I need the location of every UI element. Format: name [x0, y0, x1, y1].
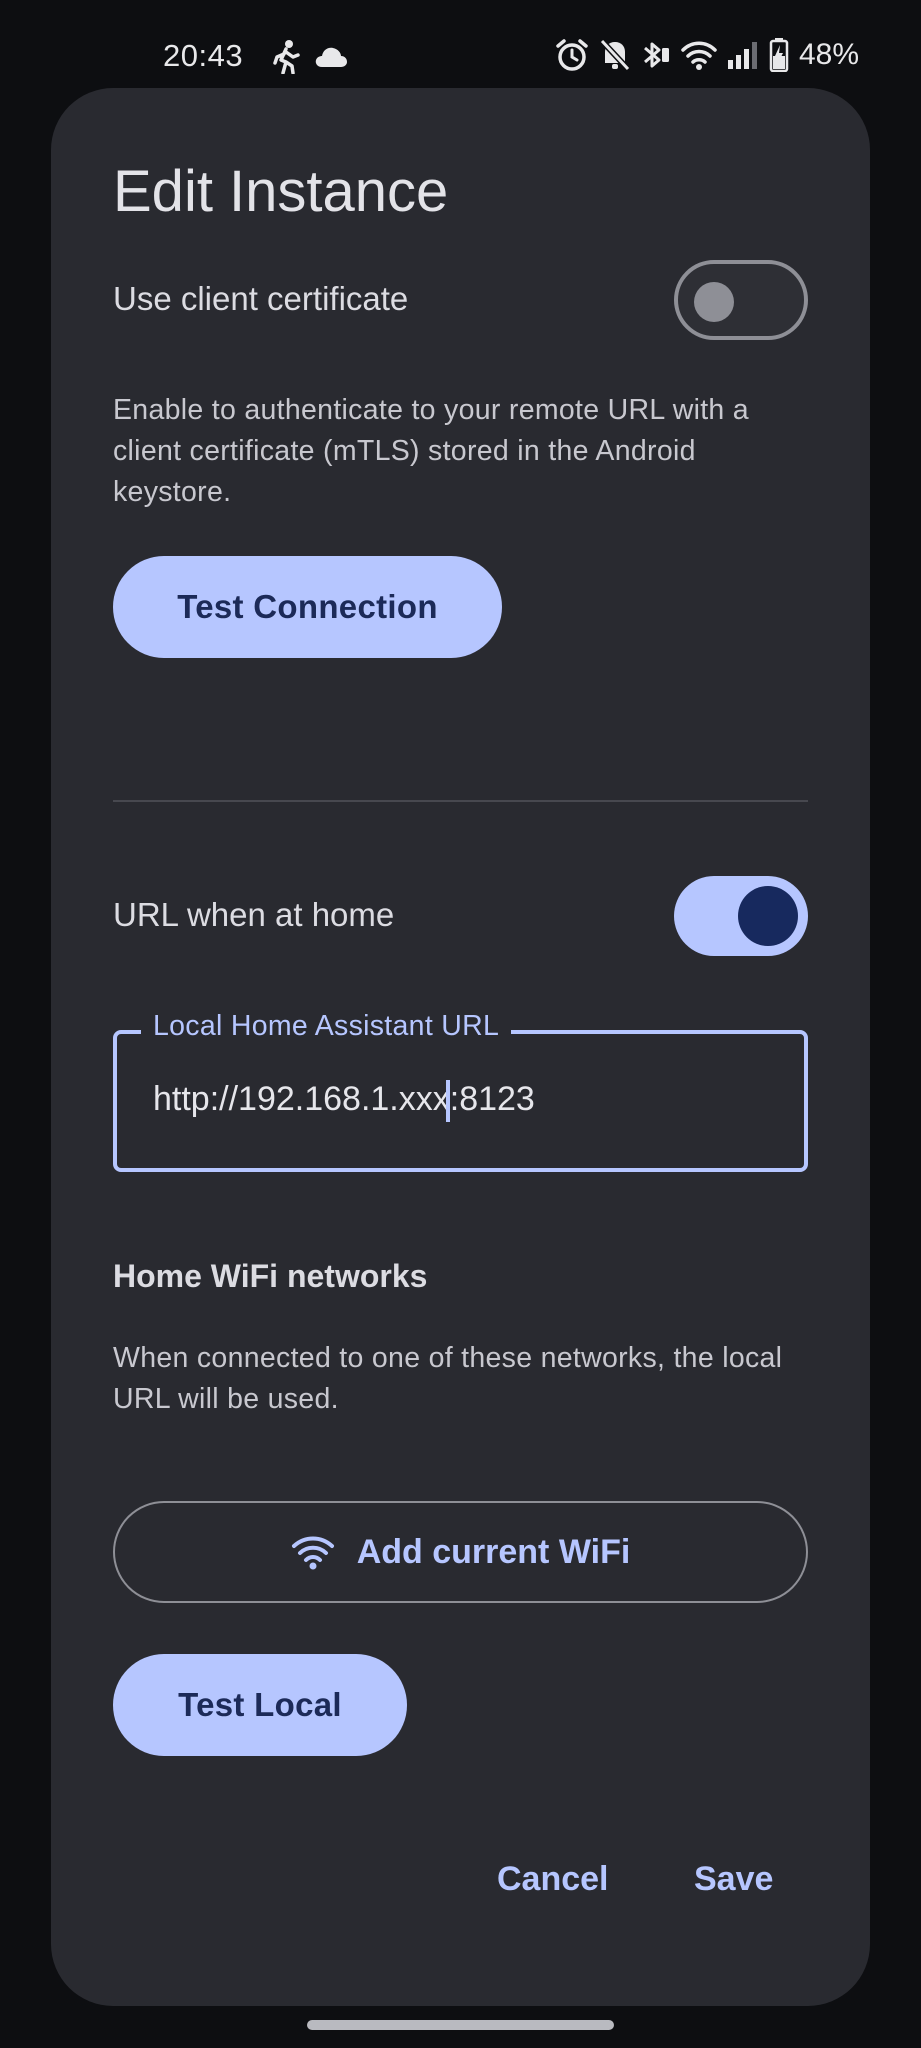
- add-current-wifi-label: Add current WiFi: [356, 1532, 631, 1571]
- cloud-icon: [315, 47, 347, 67]
- local-url-input-value[interactable]: http://192.168.1.xxx:8123: [153, 1080, 535, 1119]
- test-connection-button[interactable]: Test Connection: [113, 556, 502, 658]
- dialog-title: Edit Instance: [113, 159, 449, 224]
- wifi-icon: [681, 41, 717, 70]
- status-time: 20:43: [163, 38, 244, 73]
- battery-charging-icon: [769, 38, 789, 72]
- client-certificate-label: Use client certificate: [113, 280, 409, 317]
- toggle-knob: [694, 282, 734, 322]
- text-cursor: [446, 1080, 450, 1122]
- save-button[interactable]: Save: [694, 1860, 773, 1899]
- local-url-input-label: Local Home Assistant URL: [141, 1010, 512, 1043]
- local-url-input[interactable]: Local Home Assistant URL http://192.168.…: [113, 1010, 808, 1172]
- home-url-toggle[interactable]: [674, 876, 808, 956]
- add-current-wifi-button[interactable]: Add current WiFi: [113, 1501, 808, 1603]
- wifi-icon: [291, 1536, 334, 1570]
- toggle-knob: [738, 886, 798, 946]
- home-wifi-heading: Home WiFi networks: [113, 1258, 428, 1294]
- signal-icon: [727, 42, 757, 69]
- battery-percentage: 48%: [798, 38, 859, 71]
- client-certificate-description: Enable to authenticate to your remote UR…: [113, 394, 749, 508]
- navigation-handle[interactable]: [307, 2020, 614, 2030]
- home-url-label: URL when at home: [113, 896, 395, 933]
- test-local-button[interactable]: Test Local: [113, 1654, 407, 1756]
- walking-icon: [273, 40, 300, 74]
- status-left-icons: [272, 40, 348, 74]
- client-certificate-toggle[interactable]: [674, 260, 808, 340]
- edit-instance-dialog: Edit Instance Use client certificate Ena…: [51, 88, 870, 2006]
- divider: [113, 800, 808, 802]
- cancel-button[interactable]: Cancel: [497, 1860, 609, 1899]
- notifications-off-icon: [599, 38, 631, 72]
- status-right-icons: 48%: [555, 38, 859, 72]
- home-wifi-description: When connected to one of these networks,…: [113, 1342, 783, 1415]
- alarm-icon: [556, 39, 588, 71]
- bluetooth-icon: [643, 42, 669, 68]
- screen: 20:43 48% Edit Instance Use client certi…: [0, 0, 921, 2048]
